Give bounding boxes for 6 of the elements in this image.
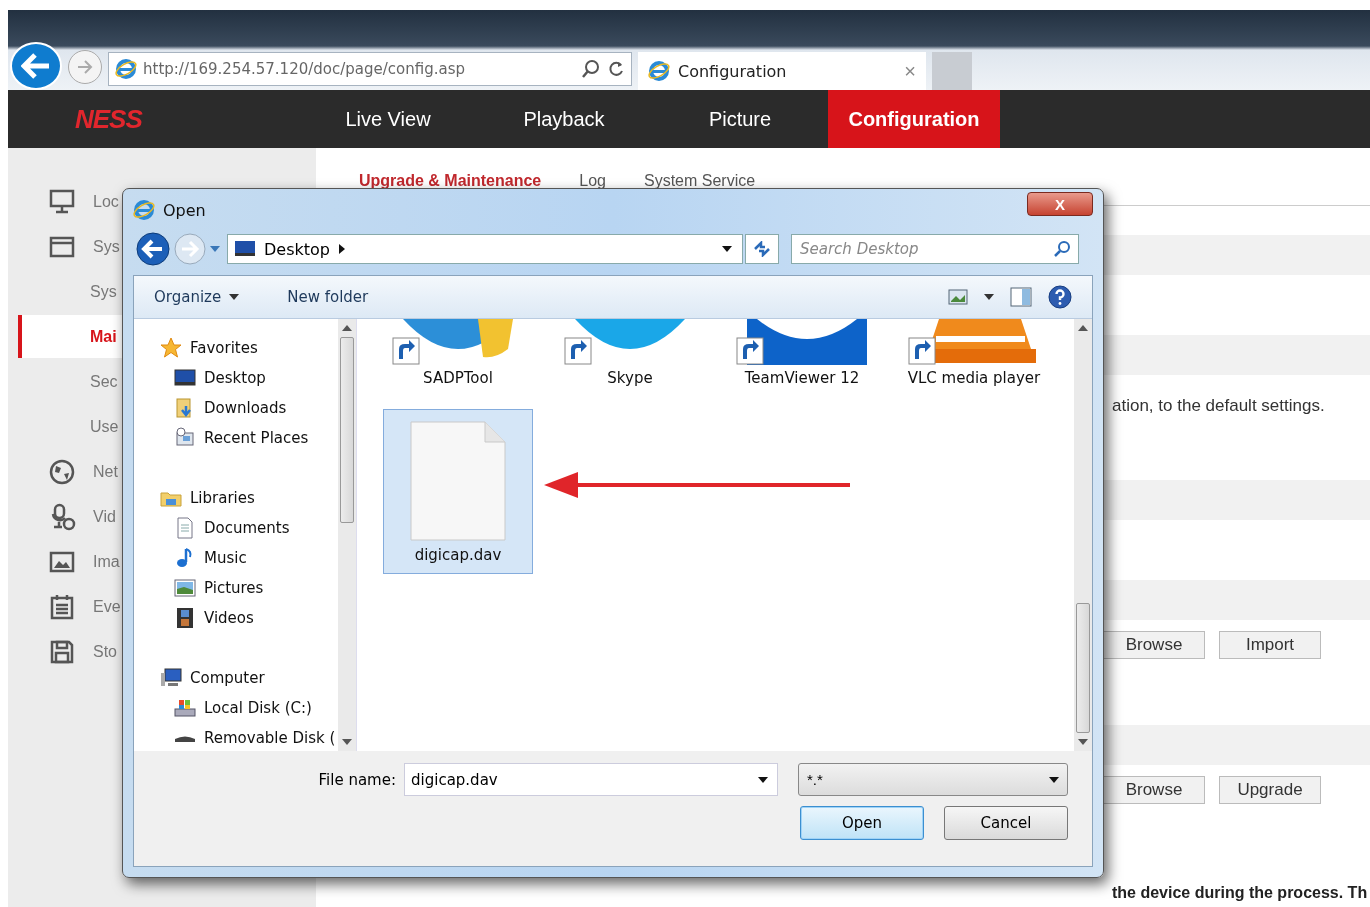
dialog-title: Open <box>163 200 207 220</box>
file-name-label: File name: <box>318 770 396 789</box>
logo: NESS <box>74 102 144 136</box>
description-text: ation, to the default settings. <box>1112 396 1325 416</box>
tab-title: Configuration <box>678 61 788 81</box>
note-text: the device during the process. Th <box>1112 884 1368 901</box>
